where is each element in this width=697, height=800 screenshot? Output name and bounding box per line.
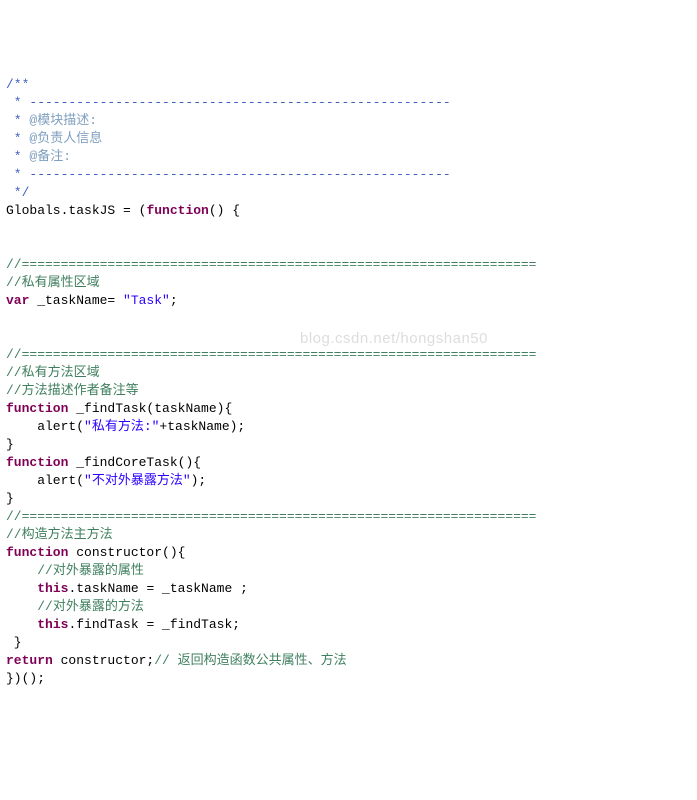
code-token: "私有方法:" bbox=[84, 419, 159, 434]
code-line: //构造方法主方法 bbox=[6, 526, 691, 544]
code-line: * --------------------------------------… bbox=[6, 166, 691, 184]
code-token: })(); bbox=[6, 671, 45, 686]
code-token: _taskName= bbox=[29, 293, 123, 308]
code-token: function bbox=[6, 545, 68, 560]
code-token: this bbox=[37, 581, 68, 596]
code-token: "不对外暴露方法" bbox=[84, 473, 191, 488]
code-token: alert( bbox=[6, 473, 84, 488]
code-token: //======================================… bbox=[6, 257, 537, 272]
code-token: * bbox=[6, 149, 29, 164]
code-line: * @备注: bbox=[6, 148, 691, 166]
code-line: alert("不对外暴露方法"); bbox=[6, 472, 691, 490]
code-token: @备注: bbox=[29, 149, 71, 164]
code-line: } bbox=[6, 634, 691, 652]
code-line: function _findTask(taskName){ bbox=[6, 400, 691, 418]
code-line: //私有属性区域 bbox=[6, 274, 691, 292]
code-token: ----------------------------------------… bbox=[29, 95, 450, 110]
code-token: //对外暴露的方法 bbox=[37, 599, 144, 614]
code-token: } bbox=[6, 491, 14, 506]
code-token: @模块描述: bbox=[29, 113, 97, 128]
code-line: } bbox=[6, 436, 691, 454]
code-token: * bbox=[6, 131, 29, 146]
code-line: } bbox=[6, 490, 691, 508]
code-line: this.findTask = _findTask; bbox=[6, 616, 691, 634]
code-token: //======================================… bbox=[6, 509, 537, 524]
code-line: //方法描述作者备注等 bbox=[6, 382, 691, 400]
code-token: * bbox=[6, 167, 29, 182]
code-token: // 返回构造函数公共属性、方法 bbox=[154, 653, 346, 668]
code-token bbox=[6, 599, 37, 614]
code-token bbox=[6, 563, 37, 578]
code-token: } bbox=[6, 437, 14, 452]
code-token: constructor; bbox=[53, 653, 154, 668]
code-line: * @负责人信息 bbox=[6, 130, 691, 148]
code-line bbox=[6, 328, 691, 346]
code-token: //私有方法区域 bbox=[6, 365, 100, 380]
code-line: alert("私有方法:"+taskName); bbox=[6, 418, 691, 436]
code-line: return constructor;// 返回构造函数公共属性、方法 bbox=[6, 652, 691, 670]
code-token: ----------------------------------------… bbox=[29, 167, 450, 182]
code-line: //对外暴露的属性 bbox=[6, 562, 691, 580]
code-token: */ bbox=[6, 185, 29, 200]
code-token: //======================================… bbox=[6, 347, 537, 362]
code-token bbox=[6, 581, 37, 596]
code-token: _findCoreTask(){ bbox=[68, 455, 201, 470]
code-line: //======================================… bbox=[6, 508, 691, 526]
code-token: } bbox=[6, 635, 22, 650]
code-token: //构造方法主方法 bbox=[6, 527, 113, 542]
code-token: * bbox=[6, 113, 29, 128]
code-line bbox=[6, 310, 691, 328]
code-line: * --------------------------------------… bbox=[6, 94, 691, 112]
code-line: this.taskName = _taskName ; bbox=[6, 580, 691, 598]
code-token: constructor(){ bbox=[68, 545, 185, 560]
code-token: //私有属性区域 bbox=[6, 275, 100, 290]
code-token: //方法描述作者备注等 bbox=[6, 383, 139, 398]
code-token: ); bbox=[191, 473, 207, 488]
code-line: Globals.taskJS = (function() { bbox=[6, 202, 691, 220]
code-token: alert( bbox=[6, 419, 84, 434]
code-line: //======================================… bbox=[6, 346, 691, 364]
code-token: //对外暴露的属性 bbox=[37, 563, 144, 578]
code-token: return bbox=[6, 653, 53, 668]
code-line: /** bbox=[6, 76, 691, 94]
code-line: var _taskName= "Task"; bbox=[6, 292, 691, 310]
code-token: /** bbox=[6, 77, 29, 92]
code-token: @负责人信息 bbox=[29, 131, 102, 146]
code-line: */ bbox=[6, 184, 691, 202]
code-line bbox=[6, 238, 691, 256]
code-token: Globals.taskJS = ( bbox=[6, 203, 146, 218]
code-block: /** * ----------------------------------… bbox=[6, 76, 691, 688]
code-line: //======================================… bbox=[6, 256, 691, 274]
code-token: +taskName); bbox=[159, 419, 245, 434]
code-line: function _findCoreTask(){ bbox=[6, 454, 691, 472]
code-token: function bbox=[6, 401, 68, 416]
code-token: .taskName = _taskName ; bbox=[68, 581, 247, 596]
code-token: .findTask = _findTask; bbox=[68, 617, 240, 632]
code-line: * @模块描述: bbox=[6, 112, 691, 130]
code-token: * bbox=[6, 95, 29, 110]
code-line: })(); bbox=[6, 670, 691, 688]
code-token: function bbox=[146, 203, 208, 218]
code-token: () { bbox=[209, 203, 240, 218]
code-line bbox=[6, 220, 691, 238]
code-line: //私有方法区域 bbox=[6, 364, 691, 382]
code-token: var bbox=[6, 293, 29, 308]
code-token: _findTask(taskName){ bbox=[68, 401, 232, 416]
code-token: ; bbox=[170, 293, 178, 308]
code-token bbox=[6, 617, 37, 632]
code-line: function constructor(){ bbox=[6, 544, 691, 562]
code-token: this bbox=[37, 617, 68, 632]
code-token: function bbox=[6, 455, 68, 470]
code-token: "Task" bbox=[123, 293, 170, 308]
